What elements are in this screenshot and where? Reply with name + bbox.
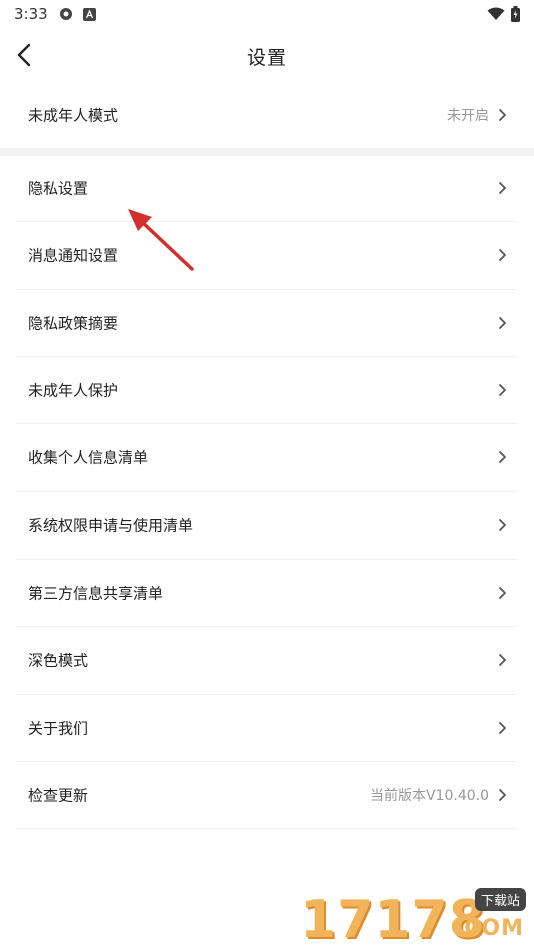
wifi-icon — [487, 7, 505, 20]
row-label: 收集个人信息清单 — [28, 448, 149, 467]
row-personal-info-list[interactable]: 收集个人信息清单 — [16, 424, 517, 490]
annotation-arrow-icon — [128, 209, 194, 271]
divider — [16, 828, 517, 829]
row-check-update[interactable]: 检查更新 当前版本V10.40.0 — [16, 762, 517, 828]
row-notification-settings[interactable]: 消息通知设置 — [16, 222, 517, 288]
row-about-us[interactable]: 关于我们 — [16, 695, 517, 761]
row-label: 未成年人保护 — [28, 381, 119, 400]
row-label: 隐私设置 — [28, 179, 89, 198]
row-label: 深色模式 — [28, 651, 89, 670]
row-dark-mode[interactable]: 深色模式 — [16, 627, 517, 693]
chevron-right-icon — [499, 182, 506, 194]
chevron-right-icon — [499, 317, 506, 329]
row-label: 检查更新 — [28, 786, 89, 805]
status-time: 3:33 — [14, 5, 48, 23]
watermark-domain: .COM — [454, 916, 524, 941]
chevron-right-icon — [499, 109, 506, 121]
settings-screen: 3:33 设置 未成年人模式 未开启 隐私设置 消息通知设置 隐私政策摘要 未成… — [0, 0, 534, 950]
gear-status-icon — [60, 8, 72, 20]
watermark-badge: 下载站 — [474, 888, 526, 911]
watermark-logo: 17178 下载站 .COM — [300, 884, 530, 950]
a-badge-icon — [83, 7, 96, 21]
row-label: 未成年人模式 — [28, 106, 119, 125]
row-third-party-sharing-list[interactable]: 第三方信息共享清单 — [16, 560, 517, 626]
row-privacy-settings[interactable]: 隐私设置 — [16, 155, 517, 221]
chevron-right-icon — [499, 722, 506, 734]
status-right-icons — [487, 6, 520, 22]
chevron-right-icon — [499, 249, 506, 261]
row-label: 消息通知设置 — [28, 246, 119, 265]
row-value: 当前版本V10.40.0 — [369, 788, 489, 804]
row-minor-mode[interactable]: 未成年人模式 未开启 — [16, 82, 517, 148]
chevron-right-icon — [499, 384, 506, 396]
page-title: 设置 — [246, 47, 287, 69]
chevron-right-icon — [499, 519, 506, 531]
chevron-right-icon — [499, 587, 506, 599]
battery-icon — [511, 6, 520, 22]
chevron-right-icon — [499, 789, 506, 801]
header: 设置 — [0, 30, 534, 80]
row-value: 未开启 — [447, 108, 489, 124]
row-system-permissions-list[interactable]: 系统权限申请与使用清单 — [16, 492, 517, 558]
row-label: 第三方信息共享清单 — [28, 584, 164, 603]
chevron-right-icon — [499, 654, 506, 666]
row-minor-protection[interactable]: 未成年人保护 — [16, 357, 517, 423]
row-label: 系统权限申请与使用清单 — [28, 516, 194, 535]
row-privacy-policy-summary[interactable]: 隐私政策摘要 — [16, 290, 517, 356]
status-left-icons — [58, 6, 96, 22]
chevron-right-icon — [499, 451, 506, 463]
status-bar: 3:33 — [0, 0, 534, 30]
row-label: 隐私政策摘要 — [28, 314, 119, 333]
row-label: 关于我们 — [28, 719, 89, 738]
